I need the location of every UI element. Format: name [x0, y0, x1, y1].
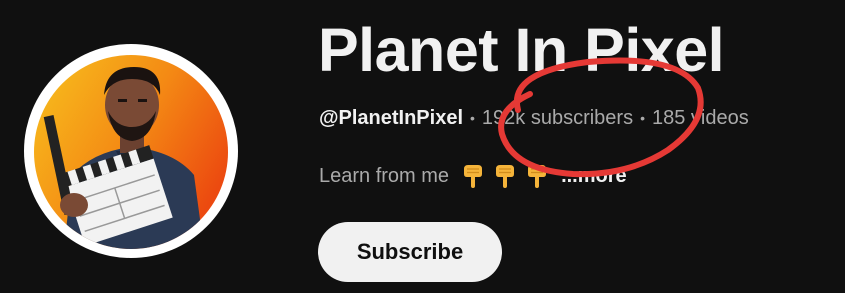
avatar[interactable] — [34, 55, 228, 249]
pointing-down-hand-icon — [525, 163, 549, 189]
channel-handle[interactable]: @PlanetInPixel — [319, 107, 463, 130]
channel-meta: @PlanetInPixel • 192k subscribers • 185 … — [319, 104, 749, 132]
pointing-down-hand-icon — [461, 163, 485, 189]
description-emojis — [461, 163, 549, 189]
channel-description[interactable]: Learn from me ...more — [319, 161, 627, 191]
more-link[interactable]: ...more — [561, 165, 627, 188]
pointing-down-hand-icon — [493, 163, 517, 189]
video-count: 185 videos — [652, 106, 749, 129]
separator-dot: • — [640, 110, 645, 126]
separator-dot: • — [470, 110, 475, 126]
channel-header: Planet In Pixel @PlanetInPixel • 192k su… — [0, 0, 845, 293]
channel-title: Planet In Pixel — [318, 16, 725, 84]
subscriber-count: 192k subscribers — [481, 106, 634, 129]
subscribe-button[interactable]: Subscribe — [318, 222, 502, 282]
avatar-image — [34, 55, 228, 249]
description-text: Learn from me — [319, 164, 450, 187]
